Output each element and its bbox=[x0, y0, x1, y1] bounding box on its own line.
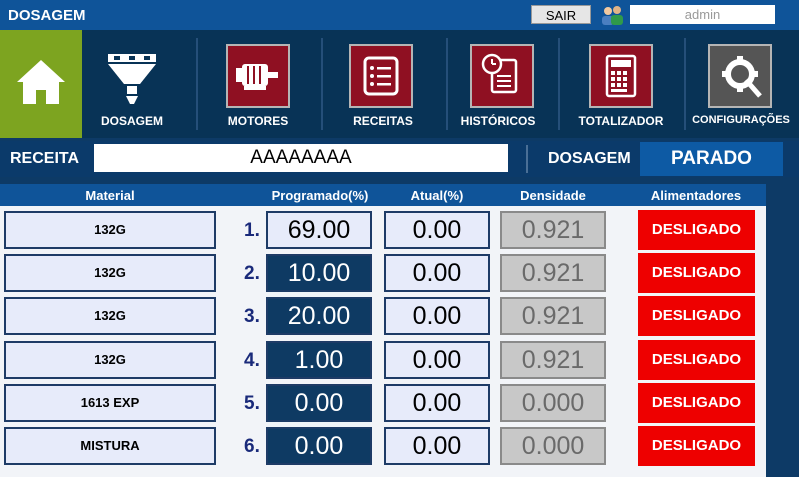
material-field[interactable]: 132G bbox=[4, 211, 216, 249]
current-value: 0.00 bbox=[384, 254, 490, 292]
users-icon[interactable] bbox=[600, 4, 624, 26]
bar-divider bbox=[526, 145, 528, 173]
table-row: 132G 2. 10.00 0.00 0.921 DESLIGADO bbox=[0, 253, 766, 295]
home-icon bbox=[17, 60, 65, 104]
nav-item-historicos[interactable]: HISTÓRICOS bbox=[438, 30, 558, 138]
nav-item-dosagem[interactable]: DOSAGEM bbox=[72, 30, 192, 138]
nav-label: CONFIGURAÇÕES bbox=[692, 114, 790, 126]
density-value: 0.000 bbox=[500, 427, 606, 465]
material-field[interactable]: MISTURA bbox=[4, 427, 216, 465]
nav-label: HISTÓRICOS bbox=[460, 114, 536, 128]
nav-label: MOTORES bbox=[227, 114, 289, 128]
nav-divider bbox=[558, 38, 560, 130]
recipe-field[interactable]: AAAAAAAA bbox=[94, 144, 508, 172]
feeder-status-button[interactable]: DESLIGADO bbox=[638, 383, 755, 423]
col-atual: Atual(%) bbox=[410, 188, 464, 203]
motor-icon bbox=[226, 44, 290, 108]
row-number: 5. bbox=[244, 393, 260, 414]
nav-item-motores[interactable]: MOTORES bbox=[198, 30, 318, 138]
main-nav: DOSAGEM MOTORES RECEITAS HISTÓRICOS TOTA… bbox=[0, 30, 799, 138]
nav-item-receitas[interactable]: RECEITAS bbox=[323, 30, 443, 138]
programmed-field[interactable]: 69.00 bbox=[266, 211, 372, 249]
logout-button[interactable]: SAIR bbox=[531, 5, 591, 24]
feeder-status-button[interactable]: DESLIGADO bbox=[638, 253, 755, 293]
hopper-icon bbox=[108, 54, 156, 104]
recipe-label: RECEITA bbox=[10, 150, 80, 167]
right-strip bbox=[766, 184, 799, 477]
current-value: 0.00 bbox=[384, 341, 490, 379]
calculator-icon bbox=[589, 44, 653, 108]
material-field[interactable]: 132G bbox=[4, 341, 216, 379]
current-value: 0.00 bbox=[384, 211, 490, 249]
current-value: 0.00 bbox=[384, 427, 490, 465]
nav-label: RECEITAS bbox=[353, 114, 413, 128]
table-row: 132G 1. 69.00 0.00 0.921 DESLIGADO bbox=[0, 210, 766, 252]
programmed-field[interactable]: 0.00 bbox=[266, 427, 372, 465]
material-field[interactable]: 1613 EXP bbox=[4, 384, 216, 422]
density-value: 0.000 bbox=[500, 384, 606, 422]
programmed-field[interactable]: 0.00 bbox=[266, 384, 372, 422]
programmed-field[interactable]: 20.00 bbox=[266, 297, 372, 335]
table-row: 132G 4. 1.00 0.00 0.921 DESLIGADO bbox=[0, 340, 766, 382]
row-number: 2. bbox=[244, 263, 260, 284]
feeder-status-button[interactable]: DESLIGADO bbox=[638, 210, 755, 250]
history-icon bbox=[470, 44, 534, 108]
row-number: 4. bbox=[244, 350, 260, 371]
nav-label: DOSAGEM bbox=[100, 114, 163, 128]
row-number: 6. bbox=[244, 436, 260, 457]
col-alimentadores: Alimentadores bbox=[650, 188, 742, 203]
recipe-list-icon bbox=[349, 44, 413, 108]
nav-item-configuracoes[interactable]: CONFIGURAÇÕES bbox=[686, 30, 796, 138]
density-value: 0.921 bbox=[500, 254, 606, 292]
density-value: 0.921 bbox=[500, 297, 606, 335]
dosing-status-badge[interactable]: PARADO bbox=[640, 142, 783, 176]
col-densidade: Densidade bbox=[520, 188, 586, 203]
table-header: Material Programado(%) Atual(%) Densidad… bbox=[0, 184, 766, 206]
density-value: 0.921 bbox=[500, 341, 606, 379]
dosing-label: DOSAGEM bbox=[548, 150, 631, 167]
col-programado: Programado(%) bbox=[271, 188, 369, 203]
home-button[interactable] bbox=[0, 30, 82, 138]
col-material: Material bbox=[85, 188, 135, 203]
row-number: 3. bbox=[244, 306, 260, 327]
feeder-status-button[interactable]: DESLIGADO bbox=[638, 426, 755, 466]
table-row: 1613 EXP 5. 0.00 0.00 0.000 DESLIGADO bbox=[0, 383, 766, 425]
table-row: MISTURA 6. 0.00 0.00 0.000 DESLIGADO bbox=[0, 426, 766, 468]
dosing-table: Material Programado(%) Atual(%) Densidad… bbox=[0, 184, 766, 477]
material-field[interactable]: 132G bbox=[4, 297, 216, 335]
programmed-field[interactable]: 10.00 bbox=[266, 254, 372, 292]
current-value: 0.00 bbox=[384, 297, 490, 335]
table-row: 132G 3. 20.00 0.00 0.921 DESLIGADO bbox=[0, 296, 766, 338]
user-field[interactable]: admin bbox=[630, 5, 775, 24]
row-number: 1. bbox=[244, 220, 260, 241]
material-field[interactable]: 132G bbox=[4, 254, 216, 292]
app-title: DOSAGEM bbox=[8, 7, 86, 24]
nav-label: TOTALIZADOR bbox=[578, 114, 664, 128]
recipe-bar: RECEITA AAAAAAAA DOSAGEM PARADO bbox=[0, 141, 799, 177]
programmed-field[interactable]: 1.00 bbox=[266, 341, 372, 379]
title-bar: DOSAGEM SAIR admin bbox=[0, 0, 799, 30]
settings-icon bbox=[708, 44, 772, 108]
feeder-status-button[interactable]: DESLIGADO bbox=[638, 340, 755, 380]
current-value: 0.00 bbox=[384, 384, 490, 422]
nav-item-totalizador[interactable]: TOTALIZADOR bbox=[561, 30, 681, 138]
feeder-status-button[interactable]: DESLIGADO bbox=[638, 296, 755, 336]
density-value: 0.921 bbox=[500, 211, 606, 249]
